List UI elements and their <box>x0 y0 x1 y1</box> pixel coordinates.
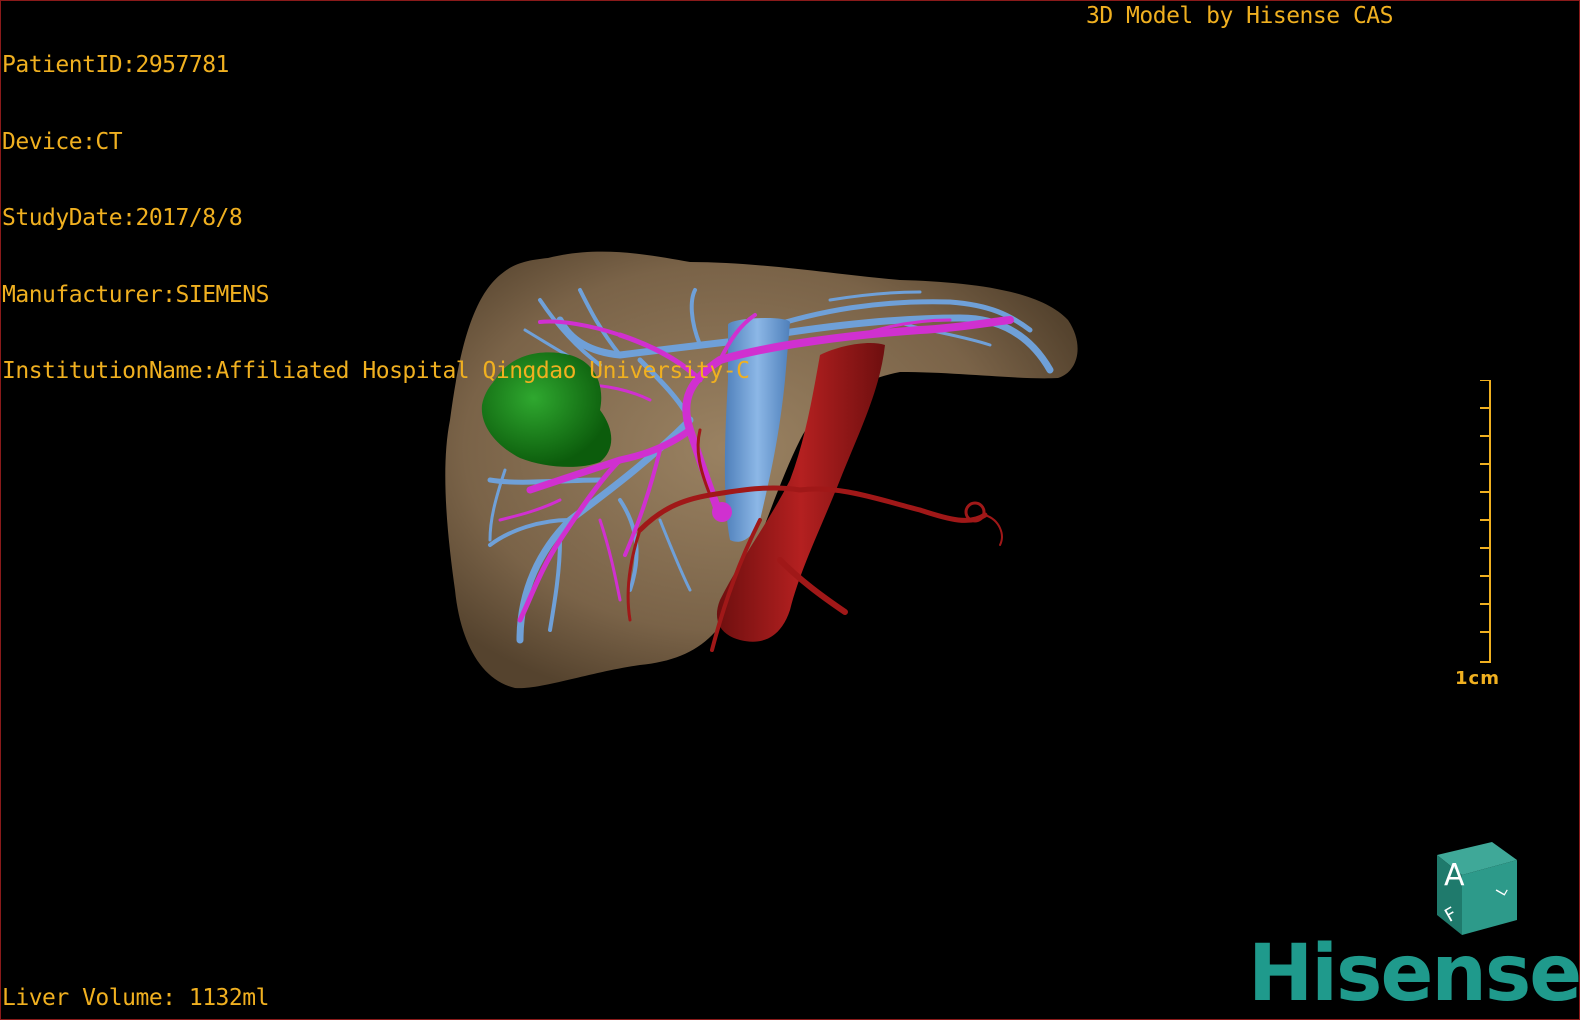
manufacturer: Manufacturer:SIEMENS <box>2 281 269 308</box>
scale-label: 1cm <box>1455 668 1500 689</box>
institution-name: InstitutionName:Affiliated Hospital Qing… <box>2 358 750 384</box>
liver-volume: Liver Volume: 1132ml <box>2 985 269 1011</box>
orientation-cube-icon[interactable]: A F L <box>1432 840 1532 940</box>
device: Device:CT <box>2 128 123 155</box>
patient-id: PatientID:2957781 <box>2 52 229 78</box>
scale-bar-icon <box>1480 380 1491 663</box>
patient-info-overlay: PatientID:2957781 Device:CT StudyDate:20… <box>2 2 750 410</box>
cube-face-front: A <box>1444 858 1465 893</box>
study-date: StudyDate:2017/8/8 <box>2 205 243 231</box>
model-brand-label: 3D Model by Hisense CAS <box>1086 3 1394 29</box>
hisense-logo: Hisense <box>1248 929 1580 1019</box>
